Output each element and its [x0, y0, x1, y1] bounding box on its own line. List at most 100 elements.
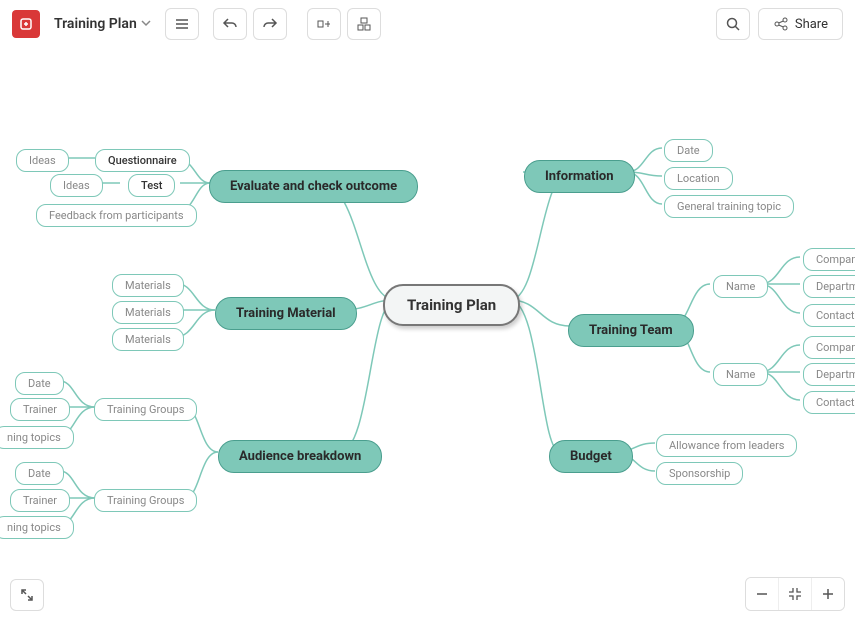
- hamburger-icon: [174, 16, 190, 32]
- share-label: Share: [795, 17, 828, 32]
- layout-icon-2: [356, 16, 372, 32]
- node-label: Sponsorship: [669, 467, 730, 480]
- node-info-topic[interactable]: General training topic: [664, 195, 794, 218]
- node-label: Contact inf: [816, 396, 855, 409]
- minus-icon: [754, 586, 770, 602]
- node-ideas2[interactable]: Ideas: [50, 174, 103, 197]
- node-dept2[interactable]: Departmen: [803, 363, 855, 386]
- node-label: ning topics: [7, 521, 61, 534]
- node-root[interactable]: Training Plan: [383, 284, 520, 326]
- node-info-location[interactable]: Location: [664, 167, 733, 190]
- node-team[interactable]: Training Team: [568, 314, 694, 347]
- node-label: Allowance from leaders: [669, 439, 784, 452]
- node-label: Materials: [125, 306, 171, 319]
- node-label: Audience breakdown: [239, 449, 361, 464]
- node-info-date[interactable]: Date: [664, 139, 713, 162]
- node-label: Trainer: [23, 494, 57, 507]
- mindmap-canvas[interactable]: Training Plan Evaluate and check outcome…: [0, 0, 855, 621]
- node-label: Training Material: [236, 306, 336, 321]
- menu-button[interactable]: [165, 8, 199, 40]
- node-label: Company: [816, 253, 855, 266]
- node-label: Budget: [570, 449, 612, 464]
- node-tg1[interactable]: Training Groups: [94, 398, 197, 421]
- node-label: Departmen: [816, 280, 855, 293]
- node-audience[interactable]: Audience breakdown: [218, 440, 382, 473]
- node-test[interactable]: Test: [128, 174, 175, 197]
- chevron-down-icon: [141, 18, 151, 31]
- node-label: Date: [28, 467, 51, 480]
- node-ideas1[interactable]: Ideas: [16, 149, 69, 172]
- app-logo[interactable]: [12, 10, 40, 38]
- share-icon: [773, 16, 789, 32]
- node-label: Trainer: [23, 403, 57, 416]
- node-label: Questionnaire: [108, 154, 177, 167]
- node-label: Date: [677, 144, 700, 157]
- node-information[interactable]: Information: [524, 160, 635, 193]
- plus-icon: [820, 586, 836, 602]
- node-date1[interactable]: Date: [15, 372, 64, 395]
- node-label: Date: [28, 377, 51, 390]
- node-name1[interactable]: Name: [713, 275, 768, 298]
- node-label: Training Groups: [107, 494, 184, 507]
- fullscreen-button[interactable]: [10, 579, 44, 611]
- node-date2[interactable]: Date: [15, 462, 64, 485]
- node-tg2[interactable]: Training Groups: [94, 489, 197, 512]
- node-label: Training Team: [589, 323, 673, 338]
- node-company2[interactable]: Company: [803, 336, 855, 359]
- node-materials1[interactable]: Materials: [112, 274, 184, 297]
- node-material[interactable]: Training Material: [215, 297, 357, 330]
- node-label: Evaluate and check outcome: [230, 179, 397, 194]
- node-materials3[interactable]: Materials: [112, 328, 184, 351]
- node-feedback[interactable]: Feedback from participants: [36, 204, 197, 227]
- node-questionnaire[interactable]: Questionnaire: [95, 149, 190, 172]
- search-button[interactable]: [716, 8, 750, 40]
- history-group: [207, 8, 293, 40]
- node-label: Company: [816, 341, 855, 354]
- node-label: Contact inf: [816, 309, 855, 322]
- redo-icon: [262, 16, 278, 32]
- node-label: Feedback from participants: [49, 209, 184, 222]
- node-label: Materials: [125, 279, 171, 292]
- node-label: Information: [545, 169, 614, 184]
- expand-icon: [19, 587, 35, 603]
- collapse-icon: [787, 586, 803, 602]
- document-title-text: Training Plan: [54, 16, 137, 32]
- node-label: Name: [726, 368, 755, 381]
- node-company1[interactable]: Company: [803, 248, 855, 271]
- share-button[interactable]: Share: [758, 8, 843, 40]
- node-name2[interactable]: Name: [713, 363, 768, 386]
- node-contact2[interactable]: Contact inf: [803, 391, 855, 414]
- fit-button[interactable]: [778, 578, 811, 610]
- node-topics1[interactable]: ning topics: [0, 426, 74, 449]
- zoom-out-button[interactable]: [746, 578, 778, 610]
- undo-button[interactable]: [213, 8, 247, 40]
- node-label: Training Groups: [107, 403, 184, 416]
- node-root-label: Training Plan: [407, 296, 496, 314]
- node-evaluate[interactable]: Evaluate and check outcome: [209, 170, 418, 203]
- redo-button[interactable]: [253, 8, 287, 40]
- node-contact1[interactable]: Contact inf: [803, 304, 855, 327]
- node-label: Ideas: [63, 179, 90, 192]
- layout-button-1[interactable]: [307, 8, 341, 40]
- node-allowance[interactable]: Allowance from leaders: [656, 434, 797, 457]
- node-label: Materials: [125, 333, 171, 346]
- bottom-left-controls: [10, 579, 44, 611]
- node-materials2[interactable]: Materials: [112, 301, 184, 324]
- document-title[interactable]: Training Plan: [48, 12, 157, 36]
- layout-group: [301, 8, 387, 40]
- logo-icon: [18, 16, 34, 32]
- layout-button-2[interactable]: [347, 8, 381, 40]
- search-icon: [725, 16, 741, 32]
- node-sponsor[interactable]: Sponsorship: [656, 462, 743, 485]
- zoom-controls: [745, 577, 845, 611]
- node-label: Name: [726, 280, 755, 293]
- node-budget[interactable]: Budget: [549, 440, 633, 473]
- node-trainer1[interactable]: Trainer: [10, 398, 70, 421]
- zoom-in-button[interactable]: [811, 578, 844, 610]
- node-trainer2[interactable]: Trainer: [10, 489, 70, 512]
- node-label: Test: [141, 179, 162, 192]
- node-dept1[interactable]: Departmen: [803, 275, 855, 298]
- toolbar: Training Plan Share: [0, 0, 855, 48]
- layout-icon-1: [316, 16, 332, 32]
- node-topics2[interactable]: ning topics: [0, 516, 74, 539]
